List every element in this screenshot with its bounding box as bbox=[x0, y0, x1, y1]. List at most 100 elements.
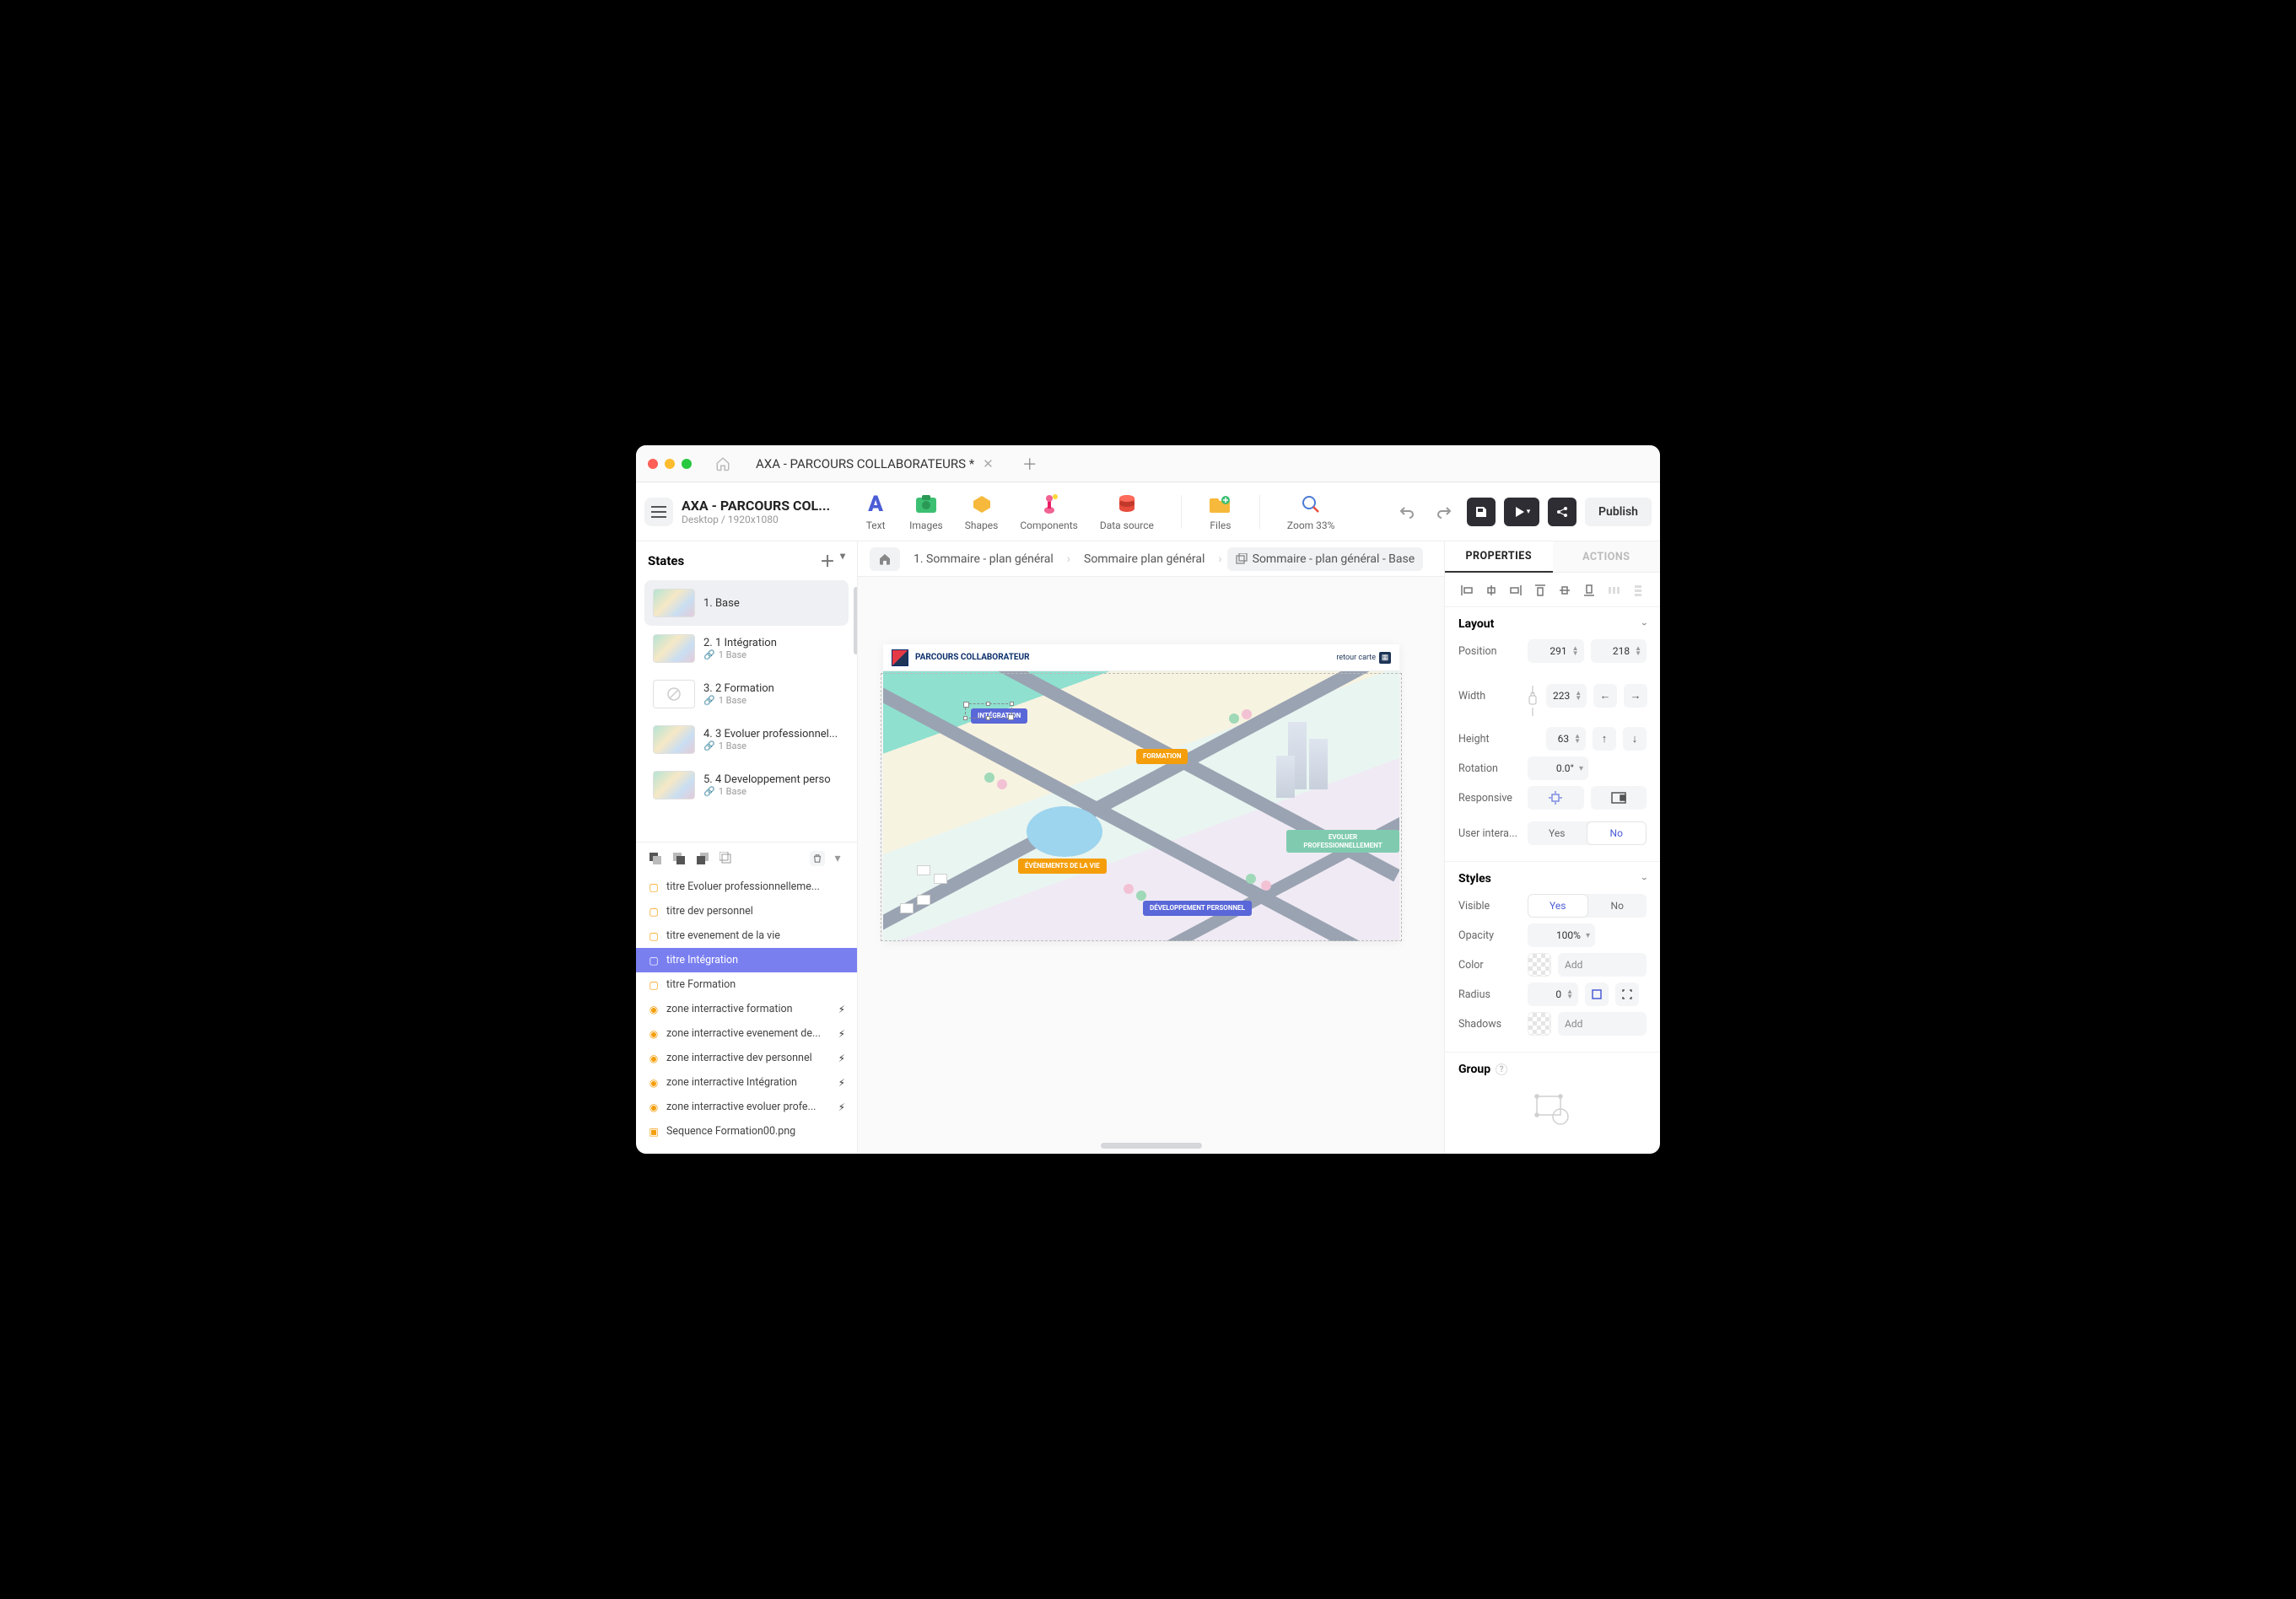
flip-h-left-button[interactable]: ← bbox=[1593, 684, 1617, 708]
canvas-viewport[interactable]: PARCOURS COLLABORATEUR retour carte▦ bbox=[858, 577, 1444, 1154]
zoom-window-button[interactable] bbox=[682, 459, 692, 469]
align-hcenter-icon[interactable] bbox=[1484, 583, 1499, 598]
zoom-tool[interactable]: Zoom 33% bbox=[1287, 493, 1335, 531]
datasource-tool[interactable]: Data source bbox=[1100, 493, 1154, 531]
position-y-input[interactable]: 218▲▼ bbox=[1591, 639, 1647, 663]
state-item[interactable]: 2. 1 Intégration🔗1 Base bbox=[644, 626, 849, 671]
layout-heading[interactable]: Layout› bbox=[1458, 617, 1647, 631]
breadcrumb-home[interactable] bbox=[870, 547, 900, 571]
breadcrumb-item[interactable]: 1. Sommaire - plan général bbox=[905, 547, 1062, 571]
artboard[interactable]: PARCOURS COLLABORATEUR retour carte▦ bbox=[883, 644, 1399, 941]
toggle-yes[interactable]: Yes bbox=[1528, 821, 1587, 845]
layer-item[interactable]: ◉zone interractive formation⚡︎ bbox=[636, 997, 857, 1021]
files-tool[interactable]: Files bbox=[1209, 493, 1232, 531]
stepper-icon[interactable]: ▲▼ bbox=[1574, 734, 1581, 744]
redo-button[interactable] bbox=[1430, 498, 1458, 526]
radius-independent-button[interactable] bbox=[1615, 983, 1639, 1006]
layer-item[interactable]: ◉zone interractive dev personnel⚡︎ bbox=[636, 1046, 857, 1070]
toggle-no[interactable]: No bbox=[1588, 894, 1647, 918]
layer-item[interactable]: ▢titre evenement de la vie bbox=[636, 923, 857, 948]
shadow-swatch[interactable] bbox=[1528, 1012, 1551, 1036]
layer-item[interactable]: ◉zone interractive Intégration⚡︎ bbox=[636, 1070, 857, 1095]
breadcrumb-item[interactable]: Sommaire - plan général - Base bbox=[1227, 547, 1424, 571]
publish-button[interactable]: Publish bbox=[1585, 498, 1652, 526]
breadcrumb-item[interactable]: Sommaire plan général bbox=[1075, 547, 1213, 571]
properties-tab[interactable]: PROPERTIES bbox=[1445, 541, 1553, 573]
responsive-center-button[interactable] bbox=[1528, 786, 1584, 810]
align-top-icon[interactable] bbox=[1533, 583, 1548, 598]
layer-order-front-icon[interactable] bbox=[648, 851, 663, 866]
layer-order-forward-icon[interactable] bbox=[671, 851, 687, 866]
play-button[interactable]: ▾ bbox=[1504, 498, 1539, 526]
add-state-button[interactable]: ＋ bbox=[820, 550, 835, 572]
close-window-button[interactable] bbox=[648, 459, 658, 469]
undo-button[interactable] bbox=[1393, 498, 1421, 526]
align-bottom-icon[interactable] bbox=[1582, 583, 1597, 598]
add-shadow-button[interactable]: Add bbox=[1558, 1012, 1647, 1036]
images-tool[interactable]: Images bbox=[909, 493, 943, 531]
state-item[interactable]: 4. 3 Evoluer professionnel...🔗1 Base bbox=[644, 717, 849, 762]
horizontal-scrollbar[interactable] bbox=[1101, 1143, 1202, 1149]
actions-tab[interactable]: ACTIONS bbox=[1553, 541, 1661, 573]
minimize-window-button[interactable] bbox=[665, 459, 675, 469]
state-options-button[interactable]: ▾ bbox=[840, 550, 845, 572]
help-icon[interactable]: ? bbox=[1496, 1063, 1507, 1075]
stepper-icon[interactable]: ▲▼ bbox=[1635, 646, 1641, 656]
height-input[interactable]: 63▲▼ bbox=[1546, 727, 1586, 751]
layer-item[interactable]: ▢titre Intégration bbox=[636, 948, 857, 972]
position-x-input[interactable]: 291▲▼ bbox=[1528, 639, 1584, 663]
components-tool[interactable]: Components bbox=[1020, 493, 1078, 531]
distribute-h-icon[interactable] bbox=[1606, 583, 1621, 598]
radius-input[interactable]: 0▲▼ bbox=[1528, 983, 1578, 1006]
user-interaction-toggle[interactable]: Yes No bbox=[1528, 821, 1647, 845]
stepper-icon[interactable]: ▲▼ bbox=[1572, 646, 1579, 656]
layer-item[interactable]: ▢titre Evoluer professionnelleme... bbox=[636, 875, 857, 899]
text-tool[interactable]: AText bbox=[864, 493, 887, 531]
layer-item[interactable]: ▢titre Formation bbox=[636, 972, 857, 997]
distribute-v-icon[interactable] bbox=[1630, 583, 1646, 598]
radius-uniform-button[interactable] bbox=[1585, 983, 1609, 1006]
layer-order-back-icon[interactable] bbox=[719, 851, 734, 866]
shapes-tool[interactable]: Shapes bbox=[965, 493, 999, 531]
save-button[interactable] bbox=[1467, 498, 1496, 526]
state-item[interactable]: 5. 4 Developpement perso🔗1 Base bbox=[644, 762, 849, 808]
state-item[interactable]: 3. 2 Formation🔗1 Base bbox=[644, 671, 849, 717]
width-input[interactable]: 223▲▼ bbox=[1546, 684, 1587, 708]
hotspot-icon: ◉ bbox=[648, 1028, 660, 1040]
color-label: Color bbox=[1458, 959, 1521, 972]
layer-item[interactable]: ▣Sequence Formation00.png bbox=[636, 1119, 857, 1144]
styles-heading[interactable]: Styles› bbox=[1458, 872, 1647, 886]
toggle-yes[interactable]: Yes bbox=[1528, 894, 1588, 918]
layer-item[interactable]: ▢titre dev personnel bbox=[636, 899, 857, 923]
home-tab-icon[interactable] bbox=[709, 453, 737, 475]
rotation-input[interactable]: 0.0°▾ bbox=[1528, 756, 1588, 780]
layer-options-button[interactable]: ▾ bbox=[830, 851, 845, 866]
retour-link[interactable]: retour carte▦ bbox=[1336, 652, 1391, 664]
visible-toggle[interactable]: Yes No bbox=[1528, 894, 1647, 918]
close-tab-icon[interactable]: ✕ bbox=[983, 456, 994, 471]
opacity-input[interactable]: 100%▾ bbox=[1528, 923, 1595, 947]
flip-h-right-button[interactable]: → bbox=[1624, 684, 1647, 708]
add-tab-button[interactable]: ＋ bbox=[1016, 450, 1044, 478]
stepper-icon[interactable]: ▲▼ bbox=[1575, 691, 1582, 701]
align-vcenter-icon[interactable] bbox=[1557, 583, 1572, 598]
share-button[interactable] bbox=[1548, 498, 1576, 526]
state-item[interactable]: 1. Base bbox=[644, 580, 849, 626]
add-color-button[interactable]: Add bbox=[1558, 953, 1647, 977]
lock-icon[interactable] bbox=[1528, 679, 1538, 723]
layer-order-backward-icon[interactable] bbox=[695, 851, 710, 866]
toggle-no[interactable]: No bbox=[1587, 821, 1647, 845]
stepper-icon[interactable]: ▲▼ bbox=[1566, 989, 1573, 999]
flip-v-down-button[interactable]: ↓ bbox=[1623, 727, 1647, 751]
responsive-stretch-button[interactable] bbox=[1591, 786, 1647, 810]
menu-button[interactable] bbox=[644, 498, 673, 526]
document-tab[interactable]: AXA - PARCOURS COLLABORATEURS * ✕ bbox=[746, 450, 1004, 478]
states-scrollbar[interactable] bbox=[854, 587, 857, 654]
align-right-icon[interactable] bbox=[1508, 583, 1523, 598]
layer-item[interactable]: ◉zone interractive evenement de...⚡︎ bbox=[636, 1021, 857, 1046]
align-left-icon[interactable] bbox=[1459, 583, 1474, 598]
layer-item[interactable]: ◉zone interractive evoluer profe...⚡︎ bbox=[636, 1095, 857, 1119]
color-swatch[interactable] bbox=[1528, 953, 1551, 977]
flip-v-up-button[interactable]: ↑ bbox=[1593, 727, 1616, 751]
layer-delete-button[interactable] bbox=[810, 851, 825, 866]
